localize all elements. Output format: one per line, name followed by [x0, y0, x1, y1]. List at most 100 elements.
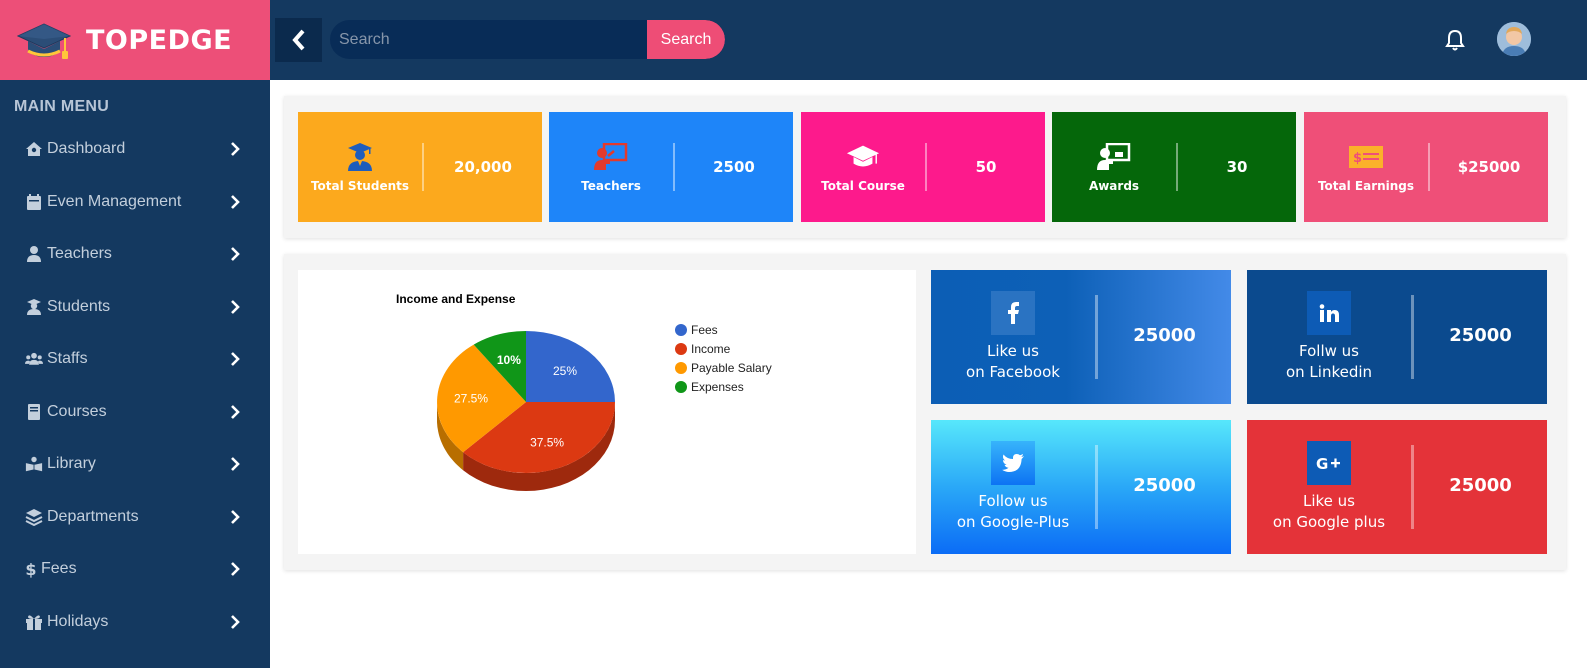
legend-label: Payable Salary [691, 361, 772, 375]
stat-card-total-earnings[interactable]: $ Total Earnings $25000 [1304, 112, 1548, 222]
brand[interactable]: TOPEDGE [0, 0, 270, 80]
chevron-right-icon [231, 299, 240, 314]
sidebar-item-fees[interactable]: $ Fees [0, 543, 270, 596]
facebook-icon [991, 291, 1035, 335]
pie-data-label: 10% [497, 353, 521, 367]
sidebar-item-students[interactable]: Students [0, 281, 270, 334]
stat-card-awards[interactable]: Awards 30 [1052, 112, 1296, 222]
presenter-icon [1097, 142, 1131, 172]
social-line-1: Like us [987, 342, 1039, 360]
home-icon [25, 140, 43, 158]
sidebar-item-dashboard[interactable]: Dashboard [0, 123, 270, 176]
sidebar-item-teachers[interactable]: Teachers [0, 228, 270, 281]
linkedin-icon [1307, 291, 1351, 335]
social-card-linkedin[interactable]: Follw us on Linkedin 25000 [1247, 270, 1547, 404]
stat-card-total-students[interactable]: Total Students 20,000 [298, 112, 542, 222]
social-value: 25000 [1133, 324, 1196, 346]
stat-label: Total Course [821, 178, 905, 193]
sidebar-item-holidays[interactable]: Holidays [0, 596, 270, 649]
chart-legend: Fees Income Payable Salary Expenses [675, 323, 772, 394]
social-line-2: on Google plus [1272, 513, 1386, 531]
chart-title: Income and Expense [396, 292, 516, 306]
sidebar-item-departments[interactable]: Departments [0, 491, 270, 544]
sidebar-item-label: Fees [41, 560, 77, 578]
legend-swatch [675, 362, 687, 374]
graduation-cap-icon [846, 142, 880, 172]
stat-card-total-course[interactable]: Total Course 50 [801, 112, 1045, 222]
sidebar-item-even-management[interactable]: Even Management [0, 176, 270, 229]
sidebar-item-label: Even Management [47, 192, 182, 210]
social-value: 25000 [1449, 474, 1512, 496]
sidebar-item-label: Holidays [47, 612, 109, 630]
social-card-twitter[interactable]: Follow us on Google-Plus 25000 [931, 420, 1231, 554]
legend-swatch [675, 343, 687, 355]
chevron-right-icon [231, 352, 240, 367]
stat-label: Total Earnings [1317, 178, 1415, 193]
stat-value: 20,000 [454, 158, 512, 176]
chevron-right-icon [231, 614, 240, 629]
pie-data-label: 37.5% [530, 436, 564, 450]
avatar[interactable] [1497, 22, 1531, 56]
stat-value: $25000 [1457, 158, 1521, 176]
social-line-2: on Google-Plus [956, 513, 1070, 531]
main-menu-title: MAIN MENU [14, 98, 110, 115]
social-line-1: Follow us [978, 492, 1048, 510]
sidebar-item-label: Teachers [47, 245, 112, 263]
legend-label: Expenses [691, 380, 744, 394]
graduate-icon [25, 298, 43, 316]
social-value: 25000 [1449, 324, 1512, 346]
sidebar-item-label: Staffs [47, 350, 88, 368]
pie-data-label: 25% [553, 364, 577, 378]
legend-swatch [675, 324, 687, 336]
legend-label: Income [691, 342, 731, 356]
main-menu: Dashboard Even Management Teachers Stude… [0, 123, 270, 648]
bell-icon[interactable] [1443, 28, 1467, 52]
social-card-facebook[interactable]: Like us on Facebook 25000 [931, 270, 1231, 404]
chevron-right-icon [231, 509, 240, 524]
sidebar-item-label: Courses [47, 402, 107, 420]
google-plus-icon: G [1307, 441, 1351, 485]
reader-icon [25, 455, 43, 473]
social-line-2: on Linkedin [1285, 363, 1373, 381]
sidebar-item-label: Students [47, 297, 111, 315]
sidebar-toggle-button[interactable] [275, 18, 322, 62]
sidebar-item-library[interactable]: Library [0, 438, 270, 491]
search-button[interactable]: Search [647, 20, 725, 59]
top-header: Search [270, 0, 1587, 80]
chevron-right-icon [231, 457, 240, 472]
social-value: 25000 [1133, 474, 1196, 496]
social-line-2: on Facebook [966, 363, 1060, 381]
svg-text:$: $ [25, 560, 36, 578]
search-bar: Search [330, 20, 725, 59]
search-input[interactable] [330, 20, 647, 59]
legend-label: Fees [691, 323, 718, 337]
social-line-1: Follw us [1299, 342, 1359, 360]
teacher-board-icon [594, 142, 628, 172]
graduate-icon [343, 142, 377, 172]
layers-icon [25, 508, 43, 526]
svg-text:G: G [1316, 455, 1328, 471]
sidebar-item-label: Dashboard [47, 140, 126, 158]
chevron-right-icon [231, 247, 240, 262]
sidebar-item-courses[interactable]: Courses [0, 386, 270, 439]
stat-label: Awards [1088, 178, 1140, 193]
chevron-right-icon [231, 194, 240, 209]
twitter-icon [991, 441, 1035, 485]
brand-name: TOPEDGE [86, 24, 233, 56]
stat-label: Total Students [310, 178, 410, 193]
stats-panel: Total Students 20,000 Teachers 2500 Tota… [284, 96, 1566, 238]
chevron-right-icon [231, 562, 240, 577]
legend-swatch [675, 381, 687, 393]
sidebar-item-staffs[interactable]: Staffs [0, 333, 270, 386]
book-icon [25, 403, 43, 421]
users-icon [25, 350, 43, 368]
stat-card-teachers[interactable]: Teachers 2500 [549, 112, 793, 222]
chevron-right-icon [231, 142, 240, 157]
social-card-google-plus[interactable]: G Like us on Google plus 25000 [1247, 420, 1547, 554]
svg-text:$: $ [1353, 151, 1362, 166]
lower-panel: Income and Expense 25% 37.5% 27.5% 10% Fees… [284, 254, 1566, 570]
user-icon [25, 245, 43, 263]
income-expense-chart: Income and Expense 25% 37.5% 27.5% 10% Fees… [298, 270, 916, 554]
stat-value: 30 [1226, 158, 1248, 176]
chevron-left-icon [291, 29, 304, 51]
